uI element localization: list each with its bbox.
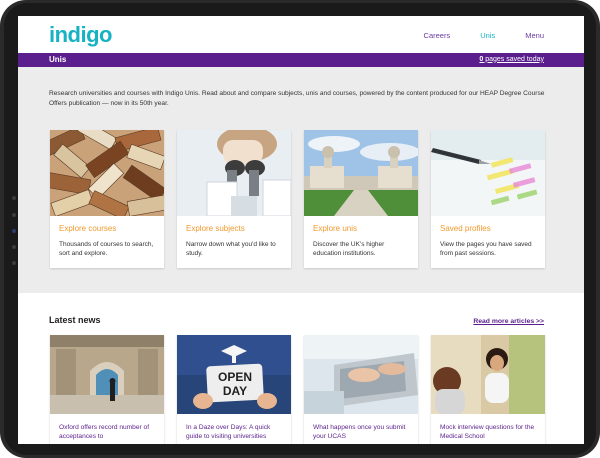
section-bar: Unis 0 pages saved today [18,53,584,67]
card-description: Thousands of courses to search, sort and… [59,241,154,257]
read-more-link[interactable]: Read more articles >> [473,318,544,325]
sign-text-day: DAY [223,384,247,398]
microscope-image [177,130,291,216]
nav-careers[interactable]: Careers [424,31,451,40]
news-title: Mock interview questions for the Medical… [440,424,535,440]
news-heading: Latest news [49,315,101,325]
news-card[interactable]: What happens once you submit your UCAS [304,335,418,444]
nav-menu[interactable]: Menu [525,31,544,40]
laptop-typing-image [304,335,418,414]
card-description: Discover the UK's higher education insti… [313,241,385,257]
card-description: View the pages you have saved from past … [440,241,532,257]
explore-unis-card[interactable]: Explore unis Discover the UK's higher ed… [304,130,418,268]
news-title: Oxford offers record number of acceptanc… [59,424,150,440]
saved-profiles-card[interactable]: Saved profiles View the pages you have s… [431,130,545,268]
saved-pages-link[interactable]: 0 pages saved today [479,56,544,63]
section-title: Unis [49,55,67,64]
side-sensor [12,261,16,265]
news-title: In a Daze over Days: A quick guide to vi… [186,424,271,440]
main-nav: Careers Unis Menu [424,31,544,40]
screen: indigo Careers Unis Menu Unis 0 pages sa… [18,16,584,444]
card-title: Explore unis [313,224,358,233]
card-title: Explore courses [59,224,117,233]
open-day-sign-image: OPEN DAY [177,335,291,414]
camera-icon [12,229,16,233]
sign-text-open: OPEN [218,370,252,384]
saved-label: pages saved today [483,55,544,63]
card-title: Explore subjects [186,224,245,233]
side-sensor [12,213,16,217]
nav-unis[interactable]: Unis [480,31,495,40]
card-description: Narrow down what you'd like to study. [186,241,276,257]
site-header: indigo Careers Unis Menu [18,16,584,53]
news-card[interactable]: OPEN DAY In a Daze over Days: A quick gu… [177,335,291,444]
news-card[interactable]: Oxford offers record number of acceptanc… [50,335,164,444]
oxford-building-image [50,335,164,414]
pen-notes-image [431,130,545,216]
side-sensor [12,245,16,249]
interview-image [431,335,545,414]
side-sensor [12,196,16,200]
latest-news-section: Latest news Read more articles >> Oxford… [18,293,584,444]
news-title: What happens once you submit your UCAS [313,424,406,440]
explore-subjects-card[interactable]: Explore subjects Narrow down what you'd … [177,130,291,268]
card-title: Saved profiles [440,224,491,233]
books-image [50,130,164,216]
explore-courses-card[interactable]: Explore courses Thousands of courses to … [50,130,164,268]
tablet-frame: indigo Careers Unis Menu Unis 0 pages sa… [0,0,600,458]
indigo-logo[interactable]: indigo [49,22,112,48]
intro-text: Research universities and courses with I… [49,90,545,107]
news-card[interactable]: Mock interview questions for the Medical… [431,335,545,444]
university-image [304,130,418,216]
